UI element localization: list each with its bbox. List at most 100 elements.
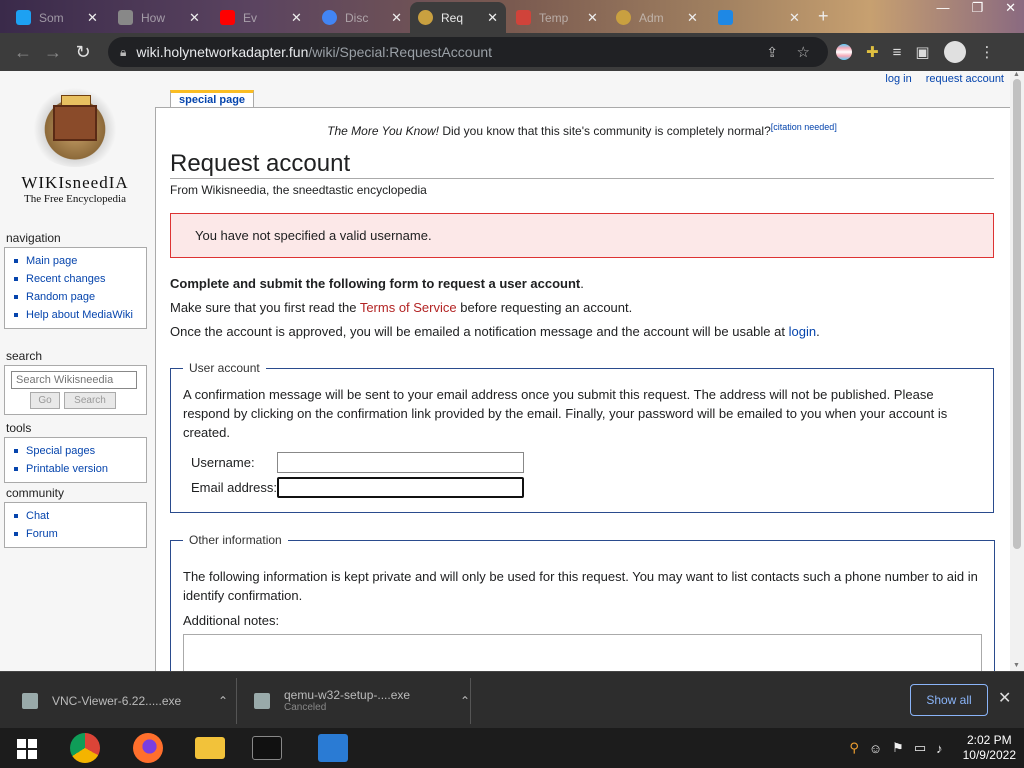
browser-tab-1[interactable]: Som ✕: [8, 2, 108, 33]
reload-icon[interactable]: ↻: [68, 42, 98, 63]
additional-notes-textarea[interactable]: [183, 634, 982, 671]
firefox-taskbar-icon[interactable]: [133, 733, 163, 763]
login-inline-link[interactable]: login: [789, 324, 816, 339]
nav-random-page[interactable]: Random page: [26, 291, 95, 303]
close-window-icon[interactable]: ✕: [1005, 0, 1016, 16]
intro-text: Complete and submit the following form t…: [170, 276, 581, 291]
lock-icon[interactable]: 🔒︎: [120, 45, 126, 60]
download-item[interactable]: qemu-w32-setup-....exe Canceled ⌃: [254, 672, 470, 729]
browser-tab-8[interactable]: ✕: [710, 2, 810, 33]
scroll-up-icon[interactable]: ▲: [1013, 71, 1020, 78]
browser-tab-2[interactable]: How ✕: [110, 2, 210, 33]
side-panel-icon[interactable]: ▣: [915, 43, 929, 61]
go-button[interactable]: Go: [30, 392, 60, 409]
new-tab-icon[interactable]: +: [818, 6, 829, 27]
username-label: Username:: [191, 455, 255, 470]
youtube-icon: [220, 10, 235, 25]
search-icon[interactable]: ⚲: [849, 740, 859, 756]
tab-title: Disc: [345, 10, 369, 25]
chevron-up-icon[interactable]: ⌃: [218, 694, 228, 708]
community-forum[interactable]: Forum: [26, 528, 58, 540]
close-icon[interactable]: ✕: [189, 10, 200, 26]
site-notice: The More You Know! Did you know that thi…: [170, 122, 994, 138]
emoji-icon[interactable]: ☺: [869, 741, 882, 756]
tab-special-page[interactable]: special page: [170, 90, 255, 108]
pride-flag-extension-icon[interactable]: [836, 44, 852, 60]
maximize-icon[interactable]: ❐: [971, 0, 983, 16]
extension-icons: ✚ ≡ ▣ ⋮: [836, 33, 995, 71]
start-button-icon[interactable]: [17, 739, 37, 759]
logo-wordmark: WIKIsneedIA: [21, 173, 129, 192]
virtualbox-taskbar-icon[interactable]: [318, 734, 348, 762]
browser-tab-6[interactable]: Temp ✕: [508, 2, 606, 33]
browser-toolbar: ← → ↻ 🔒︎ wiki.holynetworkadapter.fun/wik…: [0, 33, 1024, 71]
tools-special-pages[interactable]: Special pages: [26, 445, 95, 457]
close-shelf-icon[interactable]: ✕: [998, 688, 1011, 708]
file-explorer-taskbar-icon[interactable]: [195, 737, 225, 759]
close-icon[interactable]: ✕: [789, 10, 800, 26]
tab-title: Temp: [539, 10, 569, 25]
personal-tools: log in request account: [885, 73, 1004, 85]
clock[interactable]: 2:02 PM 10/9/2022: [963, 733, 1016, 763]
tab-title: Adm: [639, 10, 664, 25]
bookmark-star-icon[interactable]: ☆: [797, 43, 810, 61]
login-link[interactable]: log in: [885, 73, 911, 85]
search-button[interactable]: Search: [64, 392, 116, 409]
nav-main-page[interactable]: Main page: [26, 255, 77, 267]
browser-tab-active[interactable]: Req ✕: [410, 2, 506, 33]
content-area: The More You Know! Did you know that thi…: [155, 107, 1010, 671]
network-icon[interactable]: ▭: [914, 740, 926, 756]
google-icon: [322, 10, 337, 25]
user-account-legend: User account: [189, 361, 260, 375]
close-icon[interactable]: ✕: [391, 10, 402, 26]
username-input[interactable]: [277, 452, 524, 473]
back-icon[interactable]: ←: [8, 42, 38, 63]
nav-recent-changes[interactable]: Recent changes: [26, 273, 106, 285]
download-item[interactable]: VNC-Viewer-6.22.....exe ⌃: [22, 672, 228, 729]
community-chat[interactable]: Chat: [26, 510, 49, 522]
address-bar[interactable]: 🔒︎ wiki.holynetworkadapter.fun/wiki/Spec…: [108, 37, 828, 67]
chrome-taskbar-icon[interactable]: [70, 733, 100, 763]
search-input[interactable]: [11, 371, 137, 389]
logo-image: [27, 83, 123, 167]
volume-icon[interactable]: ♪: [936, 741, 943, 756]
email-input[interactable]: [277, 477, 524, 498]
scroll-down-icon[interactable]: ▼: [1013, 662, 1020, 669]
puzzle-extension-icon[interactable]: ✚: [866, 43, 879, 61]
scrollbar-thumb[interactable]: [1013, 79, 1021, 549]
citation-needed-link[interactable]: [citation needed]: [771, 122, 837, 132]
forward-icon[interactable]: →: [38, 42, 68, 63]
browser-tab-3[interactable]: Ev ✕: [212, 2, 312, 33]
terms-of-service-link[interactable]: Terms of Service: [360, 300, 457, 315]
request-account-link[interactable]: request account: [926, 73, 1004, 85]
portlet-heading: tools: [6, 421, 32, 435]
nav-help[interactable]: Help about MediaWiki: [26, 309, 133, 321]
tab-title: How: [141, 10, 166, 25]
profile-avatar-icon[interactable]: [943, 41, 966, 63]
page-scrollbar[interactable]: ▲ ▼: [1010, 71, 1024, 671]
intro-punct: .: [580, 276, 584, 291]
close-icon[interactable]: ✕: [291, 10, 302, 26]
close-icon[interactable]: ✕: [587, 10, 598, 26]
browser-tab-7[interactable]: Adm ✕: [608, 2, 708, 33]
close-icon[interactable]: ✕: [487, 10, 498, 26]
show-all-button[interactable]: Show all: [910, 684, 988, 716]
browser-tab-4[interactable]: Disc ✕: [314, 2, 410, 33]
flag-icon[interactable]: ⚑: [892, 740, 904, 756]
share-icon[interactable]: ⇪: [766, 44, 778, 61]
site-notice-em: The More You Know!: [327, 124, 439, 138]
user-account-description: A confirmation message will be sent to y…: [183, 387, 948, 440]
minimize-icon[interactable]: —: [936, 0, 949, 16]
chevron-up-icon[interactable]: ⌃: [460, 694, 470, 708]
tos-text-pre: Make sure that you first read the: [170, 300, 360, 315]
command-prompt-taskbar-icon[interactable]: [252, 736, 282, 760]
additional-notes-label: Additional notes:: [183, 613, 280, 628]
media-icon[interactable]: ≡: [893, 44, 902, 61]
browser-tab-strip: Som ✕ How ✕ Ev ✕ Disc ✕ Req ✕ Temp ✕ Adm ✕ ✕ + …: [0, 0, 1024, 33]
close-icon[interactable]: ✕: [687, 10, 698, 26]
site-logo[interactable]: WIKIsneedIA The Free Encyclopedia: [14, 83, 136, 211]
menu-kebab-icon[interactable]: ⋮: [980, 43, 995, 61]
close-icon[interactable]: ✕: [87, 10, 98, 26]
other-information-description: The following information is kept privat…: [183, 569, 978, 603]
tools-printable-version[interactable]: Printable version: [26, 463, 108, 475]
